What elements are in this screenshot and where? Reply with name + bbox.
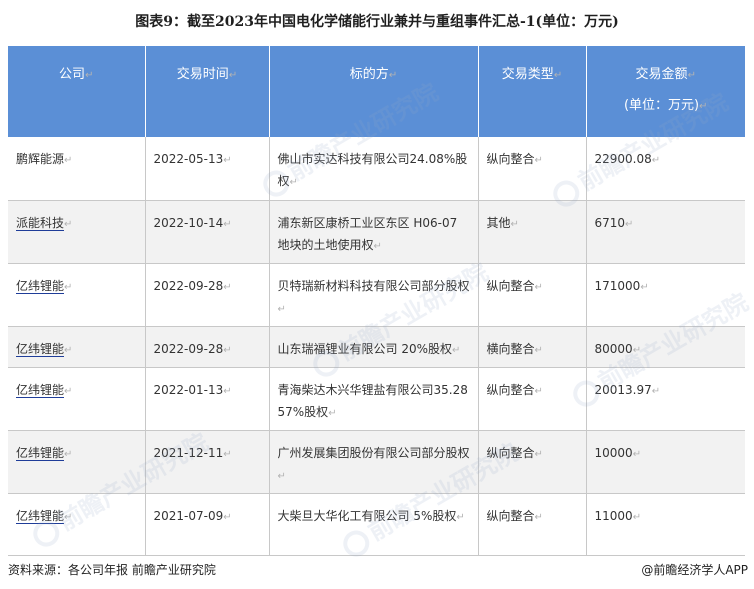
brand-label: @前瞻经济学人APP <box>641 563 748 577</box>
header-company: 公司↵ <box>8 46 146 137</box>
header-date: 交易时间↵ <box>145 46 270 137</box>
cell-company: 鹏辉能源↵ <box>8 137 146 201</box>
table-title: 图表9：截至2023年中国电化学储能行业兼并与重组事件汇总-1(单位：万元) <box>135 14 619 30</box>
cell-type: 纵向整合↵ <box>478 137 587 201</box>
cell-target: 青海柴达木兴华锂盐有限公司35.2857%股权↵ <box>269 367 479 431</box>
cell-amount: 11000↵ <box>586 493 745 556</box>
cell-target: 贝特瑞新材料科技有限公司部分股权↵ <box>269 263 479 327</box>
cell-company: 亿纬锂能↵ <box>8 367 146 431</box>
cell-type: 纵向整合↵ <box>478 367 587 431</box>
cell-date: 2022-10-14↵ <box>145 200 270 264</box>
cell-amount: 10000↵ <box>586 430 745 494</box>
cell-target: 浦东新区康桥工业区东区 H06-07 地块的土地使用权↵ <box>269 200 479 264</box>
cell-date: 2021-12-11↵ <box>145 430 270 494</box>
cell-date: 2021-07-09↵ <box>145 493 270 556</box>
header-type: 交易类型↵ <box>478 46 587 137</box>
cell-company: 亿纬锂能↵ <box>8 326 146 368</box>
cell-date: 2022-01-13↵ <box>145 367 270 431</box>
table-row: 亿纬锂能↵ 2021-07-09↵ 大柴旦大华化工有限公司 5%股权↵ 纵向整合… <box>8 493 745 556</box>
cell-target: 广州发展集团股份有限公司部分股权↵ <box>269 430 479 494</box>
cell-target: 佛山市实达科技有限公司24.08%股权↵ <box>269 137 479 201</box>
cell-amount: 20013.97↵ <box>586 367 745 431</box>
cell-company: 派能科技↵ <box>8 200 146 264</box>
cell-type: 纵向整合↵ <box>478 430 587 494</box>
cell-target: 大柴旦大华化工有限公司 5%股权↵ <box>269 493 479 556</box>
cell-amount: 6710↵ <box>586 200 745 264</box>
cell-company: 亿纬锂能↵ <box>8 430 146 494</box>
table-row: 派能科技↵ 2022-10-14↵ 浦东新区康桥工业区东区 H06-07 地块的… <box>8 200 745 264</box>
table-row: 亿纬锂能↵ 2022-09-28↵ 贝特瑞新材料科技有限公司部分股权↵ 纵向整合… <box>8 263 745 327</box>
cell-type: 其他↵ <box>478 200 587 264</box>
cell-company: 亿纬锂能↵ <box>8 263 146 327</box>
table-row: 亿纬锂能↵ 2022-01-13↵ 青海柴达木兴华锂盐有限公司35.2857%股… <box>8 367 745 431</box>
cell-target: 山东瑞福锂业有限公司 20%股权↵ <box>269 326 479 368</box>
cell-date: 2022-09-28↵ <box>145 263 270 327</box>
cell-amount: 171000↵ <box>586 263 745 327</box>
table-row: 鹏辉能源↵ 2022-05-13↵ 佛山市实达科技有限公司24.08%股权↵ 纵… <box>8 137 745 201</box>
cell-date: 2022-05-13↵ <box>145 137 270 201</box>
table-row: 亿纬锂能↵ 2022-09-28↵ 山东瑞福锂业有限公司 20%股权↵ 横向整合… <box>8 326 745 368</box>
mna-events-table: 公司↵ 交易时间↵ 标的方↵ 交易类型↵ 交易金额↵ (单位：万元)↵ 鹏辉能源↵… <box>8 46 745 556</box>
header-target: 标的方↵ <box>269 46 479 137</box>
cell-type: 纵向整合↵ <box>478 493 587 556</box>
source-note: 资料来源：各公司年报 前瞻产业研究院 <box>8 563 216 577</box>
cell-amount: 80000↵ <box>586 326 745 368</box>
table-row: 亿纬锂能↵ 2021-12-11↵ 广州发展集团股份有限公司部分股权↵ 纵向整合… <box>8 430 745 494</box>
cell-company: 亿纬锂能↵ <box>8 493 146 556</box>
cell-type: 横向整合↵ <box>478 326 587 368</box>
cell-amount: 22900.08↵ <box>586 137 745 201</box>
cell-type: 纵向整合↵ <box>478 263 587 327</box>
header-row: 公司↵ 交易时间↵ 标的方↵ 交易类型↵ 交易金额↵ (单位：万元)↵ <box>8 46 745 137</box>
cell-date: 2022-09-28↵ <box>145 326 270 368</box>
header-amount: 交易金额↵ (单位：万元)↵ <box>586 46 745 137</box>
